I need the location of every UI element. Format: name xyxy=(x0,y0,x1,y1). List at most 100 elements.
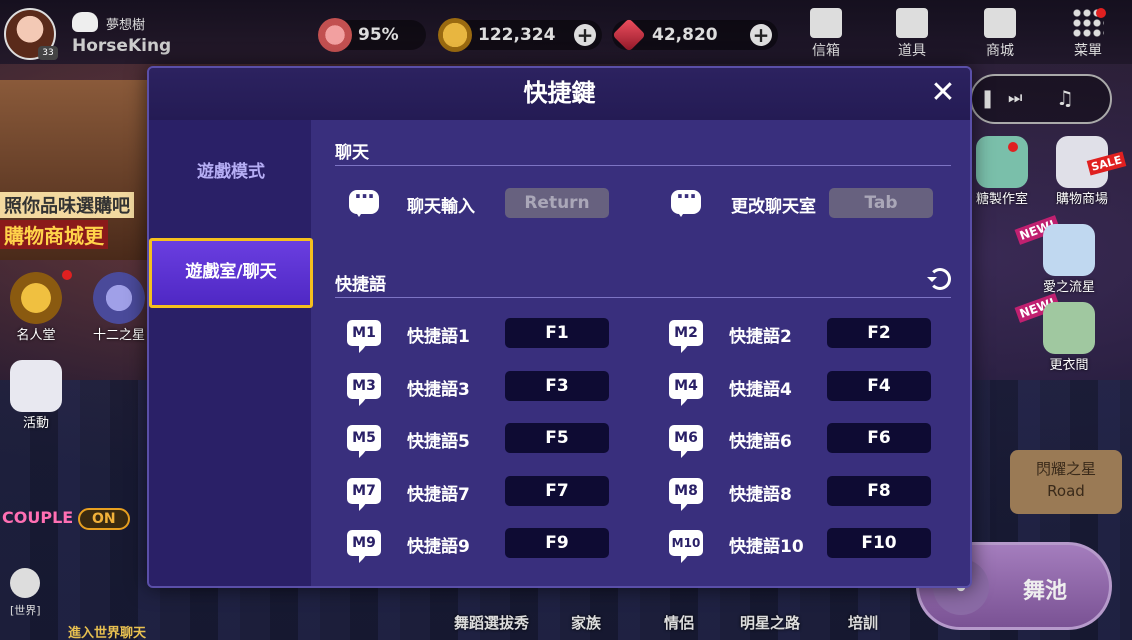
quick-phrase-label: 快捷語1 xyxy=(407,327,470,347)
quick-phrase-label: 快捷語10 xyxy=(729,537,804,557)
quick-phrase-label: 快捷語3 xyxy=(407,379,470,400)
close-button[interactable]: ✕ xyxy=(928,78,958,108)
activity-button[interactable]: 活動 xyxy=(6,360,66,431)
trophy-icon xyxy=(10,272,62,324)
shopping-mall-label: 購物商場 xyxy=(1055,192,1108,207)
menu-button[interactable]: 菜單 xyxy=(1058,8,1118,60)
heart-resource: 95% xyxy=(318,18,426,52)
candy-notification-dot xyxy=(1008,142,1018,152)
quick-phrase-label: 快捷語6 xyxy=(729,432,792,452)
playlist-icon[interactable]: ♫ xyxy=(1056,86,1074,110)
chat-input-label: 聊天輸入 xyxy=(407,197,475,217)
chat-input-key[interactable]: Return xyxy=(505,188,609,218)
nav-star-road[interactable]: 明星之路 xyxy=(740,612,800,633)
quick-phrase-key[interactable]: F4 xyxy=(827,370,931,401)
candy-studio-button[interactable]: 糖製作室 xyxy=(970,136,1034,207)
top-bar: 33 夢想樹 HorseKing 95% 122,324 + 42,820 + … xyxy=(0,0,1132,64)
twelve-stars-button[interactable]: 十二之星 xyxy=(88,272,150,343)
quick-phrase-label: 快捷語2 xyxy=(729,327,792,347)
gem-resource: 42,820 + xyxy=(612,18,778,52)
nav-family[interactable]: 家族 xyxy=(571,612,601,633)
nav-couple[interactable]: 情侶 xyxy=(664,612,694,633)
twelve-stars-label: 十二之星 xyxy=(92,328,145,343)
winged-heart-icon xyxy=(1043,224,1095,276)
macro-badge-icon: M9 xyxy=(347,530,381,563)
briefcase-icon xyxy=(896,8,928,38)
macro-badge-icon: M4 xyxy=(669,372,703,406)
heart-icon xyxy=(318,18,352,52)
tab-game-mode[interactable]: 遊戲模式 xyxy=(149,140,313,208)
macro-badge-icon: M3 xyxy=(347,372,381,406)
quick-phrase-key[interactable]: F5 xyxy=(505,423,609,453)
macro-badge-icon: M5 xyxy=(347,425,381,458)
shop-promo-banner[interactable]: 照你品味選購吧 購物商城更 xyxy=(0,80,150,260)
world-chat-entry[interactable]: 進入世界聊天 xyxy=(68,622,146,640)
chat-room-change-key[interactable]: Tab xyxy=(829,188,933,218)
quick-phrase-key[interactable]: F1 xyxy=(505,318,609,348)
level-badge: 33 xyxy=(38,46,58,60)
quick-phrase-label: 快捷語9 xyxy=(407,537,470,557)
music-player-bar[interactable]: ❚ ⏭ ♫ xyxy=(970,74,1112,124)
items-button[interactable]: 道具 xyxy=(882,8,942,60)
dialog-sidebar: 遊戲模式 遊戲室/聊天 xyxy=(149,120,313,586)
quick-phrase-key[interactable]: F6 xyxy=(827,423,931,453)
quick-phrase-label: 快捷語4 xyxy=(729,379,792,400)
mail-icon xyxy=(810,8,842,38)
next-track-icon[interactable]: ⏭ xyxy=(1008,88,1022,108)
hall-of-fame-label: 名人堂 xyxy=(16,328,56,343)
activity-label: 活動 xyxy=(22,416,49,431)
crown-icon xyxy=(93,272,145,324)
banner-text-2: 購物商城更 xyxy=(0,220,108,249)
add-gold-button[interactable]: + xyxy=(574,24,596,46)
gem-value: 42,820 xyxy=(652,25,718,45)
road-subtitle: Road xyxy=(1047,482,1085,500)
dialog-title: 快捷鍵 xyxy=(523,79,596,107)
banner-text-1: 照你品味選購吧 xyxy=(0,192,134,218)
love-meteor-button[interactable]: 愛之流星 xyxy=(1034,224,1104,295)
quick-phrase-key[interactable]: F3 xyxy=(505,370,609,401)
heart-value: 95% xyxy=(358,25,399,45)
clipboard-icon xyxy=(10,360,62,412)
quick-phrase-key[interactable]: F10 xyxy=(827,528,931,558)
quick-phrase-key[interactable]: F8 xyxy=(827,475,931,506)
world-label: [世界] xyxy=(10,604,41,617)
candy-icon xyxy=(976,136,1028,188)
road-title: 閃耀之星 xyxy=(1035,460,1096,478)
quick-phrase-label: 快捷語7 xyxy=(407,484,470,505)
wardrobe-icon xyxy=(1043,302,1095,354)
quick-phrase-label: 快捷語8 xyxy=(729,484,792,505)
tab-game-room-chat[interactable]: 遊戲室/聊天 xyxy=(149,238,313,308)
pause-icon[interactable]: ❚ xyxy=(980,88,995,109)
globe-icon[interactable] xyxy=(10,568,40,598)
couple-toggle[interactable]: ON xyxy=(78,508,130,530)
nav-dance-audition[interactable]: 舞蹈選拔秀 xyxy=(454,612,529,633)
macro-badge-icon: M6 xyxy=(669,425,703,458)
guild-name: 夢想樹 xyxy=(106,18,146,33)
love-meteor-label: 愛之流星 xyxy=(1042,280,1095,295)
shopping-mall-button[interactable]: 購物商場 xyxy=(1036,136,1128,207)
notification-dot xyxy=(1096,8,1106,18)
nav-training[interactable]: 培訓 xyxy=(848,612,878,633)
items-label: 道具 xyxy=(898,43,926,59)
quick-phrase-key[interactable]: F7 xyxy=(505,475,609,506)
macro-badge-icon: M10 xyxy=(669,530,703,563)
quick-phrase-key[interactable]: F2 xyxy=(827,318,931,348)
menu-label: 菜單 xyxy=(1074,43,1102,59)
gold-value: 122,324 xyxy=(478,25,556,45)
mailbox-button[interactable]: 信箱 xyxy=(796,8,856,60)
shop-button[interactable]: 商城 xyxy=(970,8,1030,60)
wardrobe-label: 更衣間 xyxy=(1049,358,1089,373)
chat-heading-text: 聊天 xyxy=(335,143,369,163)
add-gem-button[interactable]: + xyxy=(750,24,772,46)
hall-of-fame-button[interactable]: 名人堂 xyxy=(6,272,66,343)
wardrobe-button[interactable]: 更衣間 xyxy=(1034,302,1104,373)
dialog-header: 快捷鍵 ✕ xyxy=(149,68,970,120)
chat-room-change-icon xyxy=(671,184,701,217)
quick-phrase-key[interactable]: F9 xyxy=(505,528,609,558)
star-road-sign[interactable]: 閃耀之星 Road xyxy=(1010,450,1122,514)
refresh-icon[interactable] xyxy=(927,268,951,290)
gold-coin-icon xyxy=(438,18,472,52)
gold-resource: 122,324 + xyxy=(438,18,602,52)
hall-notification-dot xyxy=(62,270,72,280)
macro-badge-icon: M1 xyxy=(347,320,381,353)
